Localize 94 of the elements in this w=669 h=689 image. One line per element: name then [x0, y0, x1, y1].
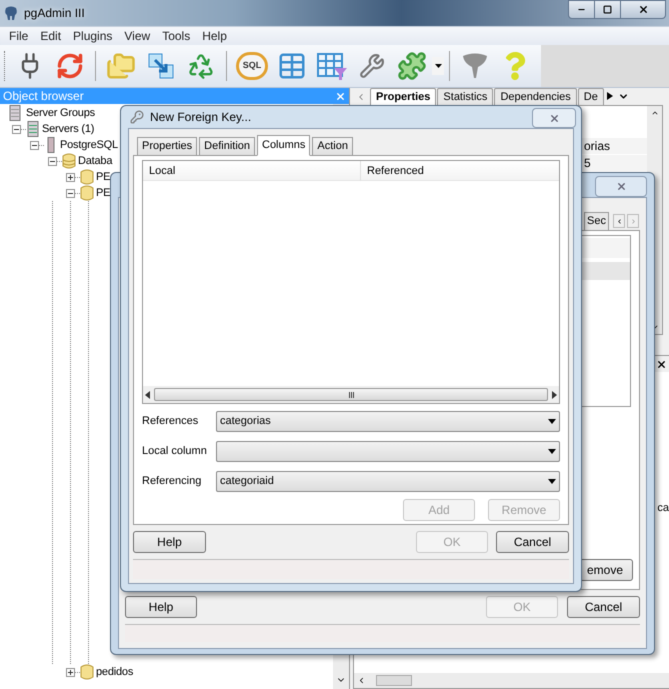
tab[interactable]: Statistics [437, 88, 494, 105]
tab[interactable]: De [578, 88, 604, 105]
scrollbar-thumb[interactable] [154, 388, 548, 401]
property-value: 5 [584, 155, 591, 172]
dialog-title: New Foreign Key... [150, 109, 252, 126]
panel-title: Object browser [3, 88, 84, 105]
minus-icon [50, 158, 55, 164]
tab[interactable]: Action [312, 137, 353, 155]
transfer-icon [147, 52, 175, 80]
field-label: References [142, 414, 200, 429]
minus-icon [68, 190, 73, 196]
close-button[interactable] [621, 0, 666, 19]
tree-item[interactable]: PE [96, 184, 110, 202]
database-icon [80, 664, 94, 680]
maximize-button[interactable] [595, 0, 621, 19]
horizontal-scrollbar[interactable] [143, 386, 559, 403]
field-label: Referencing [142, 474, 202, 489]
dialog-button[interactable]: Help [133, 531, 206, 553]
sql-text: ca [657, 501, 669, 516]
dialog-button[interactable]: Help [125, 596, 197, 618]
wrench-icon [359, 53, 385, 79]
menu-item[interactable]: Help [196, 27, 233, 45]
recycle-icon [187, 52, 215, 80]
server-rack-icon [27, 121, 39, 137]
close-icon[interactable] [656, 358, 667, 370]
tree-item[interactable]: pedidos [96, 664, 134, 680]
server-rack-icon [9, 105, 21, 121]
property-value: orias [584, 138, 610, 155]
plugins-dropdown[interactable] [432, 57, 444, 75]
scroll-right-icon[interactable] [606, 92, 613, 100]
combo-box[interactable]: categorias [216, 410, 560, 432]
combo-box[interactable] [216, 440, 560, 462]
close-icon [548, 112, 560, 124]
caret-icon [548, 418, 556, 424]
puzzle-icon [397, 51, 427, 81]
server-icon [47, 137, 55, 153]
expand-toggle[interactable] [66, 668, 75, 676]
minimize-button[interactable] [568, 0, 595, 19]
maximize-icon [603, 5, 612, 14]
tree-item[interactable]: PostgreSQL [60, 136, 118, 154]
elephant-icon [3, 5, 19, 21]
plus-icon [68, 174, 73, 180]
dialog-button[interactable]: Cancel [496, 531, 569, 553]
tree-item[interactable]: Servers (1) [42, 120, 94, 138]
tree-item[interactable]: PE [96, 168, 110, 186]
tab[interactable]: Properties [370, 88, 436, 105]
menu-item[interactable]: Edit [34, 27, 68, 45]
field-label: Local column [142, 444, 208, 459]
combo-box[interactable]: categoriaid [216, 470, 560, 492]
minus-icon [14, 126, 19, 132]
collapse-toggle[interactable] [30, 140, 39, 150]
folders-icon [106, 51, 136, 81]
right-arrow-icon[interactable] [552, 390, 557, 398]
dialog-button[interactable]: Cancel [567, 596, 640, 618]
scrollbar-thumb[interactable] [376, 675, 412, 686]
menu-item[interactable]: View [118, 27, 156, 45]
key-icon [130, 110, 144, 124]
table-icon [277, 51, 307, 81]
column-header[interactable]: Local [143, 161, 361, 181]
minus-icon [32, 142, 37, 148]
tab[interactable]: Columns [257, 135, 310, 156]
menu-item[interactable]: File [3, 27, 34, 45]
filtered-table-icon [316, 51, 348, 81]
caret-icon [434, 64, 442, 68]
menu-item[interactable]: Plugins [67, 27, 118, 45]
left-arrow-icon[interactable] [145, 390, 150, 398]
database-icon [80, 169, 94, 185]
tab[interactable]: Properties [137, 137, 198, 155]
refresh-icon [56, 52, 84, 80]
tree-item[interactable]: Server Groups [26, 104, 95, 122]
close-icon [616, 181, 626, 192]
horizontal-scrollbar[interactable] [354, 673, 669, 688]
sql-icon: SQL [236, 52, 268, 80]
expand-toggle[interactable] [66, 172, 75, 182]
collapse-toggle[interactable] [66, 188, 75, 198]
plus-icon [68, 670, 73, 674]
column-header[interactable]: Referenced [361, 161, 559, 181]
scroll-left-button[interactable] [613, 214, 625, 228]
tree-item[interactable]: Databa [78, 152, 112, 170]
database-icon [62, 153, 76, 169]
caret-icon [548, 448, 556, 454]
collapse-toggle[interactable] [48, 156, 57, 166]
window-title: pgAdmin III [24, 5, 85, 22]
caret-icon [548, 478, 556, 484]
tab[interactable]: Definition [199, 137, 255, 155]
toolbar-button[interactable]: SQL [232, 46, 272, 86]
help-icon [503, 52, 527, 80]
tab[interactable]: Dependencies [494, 88, 577, 105]
collapse-toggle[interactable] [12, 124, 21, 134]
funnel-icon [460, 51, 490, 81]
close-icon [638, 4, 648, 15]
database-icon [80, 185, 94, 201]
menu-item[interactable]: Tools [156, 27, 196, 45]
tab[interactable]: Sec [584, 212, 609, 230]
